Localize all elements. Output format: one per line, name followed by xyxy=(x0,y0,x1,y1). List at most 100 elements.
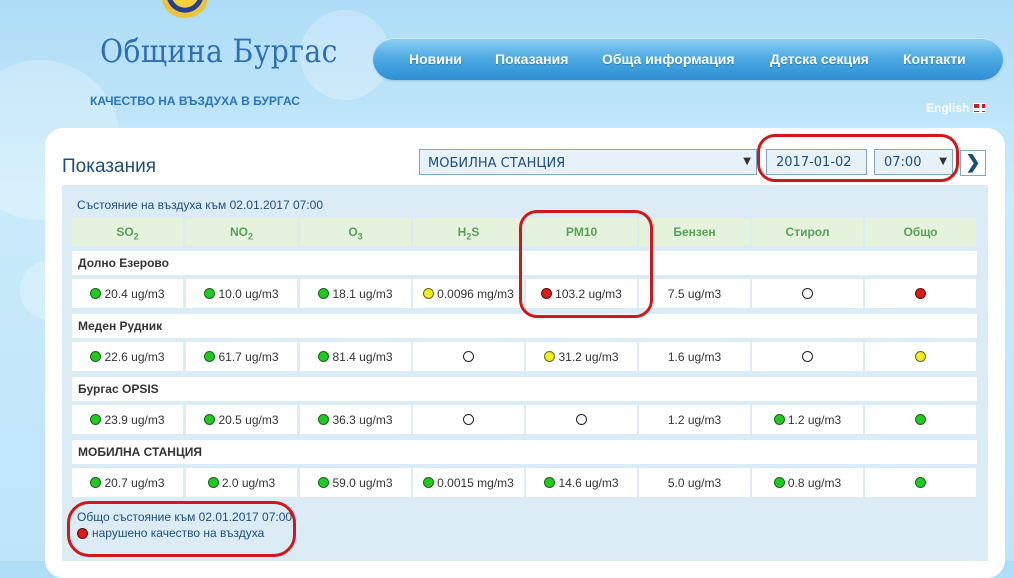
nav-general-info[interactable]: Обща информация xyxy=(602,51,735,67)
reading-cell: 0.0015 mg/m3 xyxy=(413,468,524,497)
column-header: NO2 xyxy=(186,218,297,246)
go-button[interactable]: ❯ xyxy=(960,150,986,176)
status-dot-icon xyxy=(773,414,785,425)
reading-cell xyxy=(413,405,524,434)
status-dot-icon xyxy=(576,414,587,425)
status-dot-icon xyxy=(204,414,216,425)
language-switch[interactable]: English xyxy=(926,101,987,115)
column-header: SO2 xyxy=(72,218,183,246)
reading-cell xyxy=(865,342,976,371)
status-dot-icon xyxy=(915,477,926,488)
reading-cell: 14.6 ug/m3 xyxy=(526,468,637,497)
page-title: Показания xyxy=(62,156,156,177)
status-dot-icon xyxy=(423,288,435,299)
reading-value: 18.1 ug/m3 xyxy=(332,286,393,301)
annotation-oval xyxy=(519,210,653,318)
reading-cell xyxy=(752,279,863,308)
status-dot-icon xyxy=(915,414,926,425)
reading-value: 31.2 ug/m3 xyxy=(558,349,619,364)
nav-readings[interactable]: Показания xyxy=(495,51,568,67)
reading-value: 61.7 ug/m3 xyxy=(218,349,279,364)
column-header-label: SO xyxy=(116,225,134,239)
reading-value: 22.6 ug/m3 xyxy=(104,349,165,364)
status-dot-icon xyxy=(773,477,785,488)
annotation-oval xyxy=(67,501,296,557)
column-header-subscript: 2 xyxy=(247,231,253,242)
nav-contacts[interactable]: Контакти xyxy=(903,51,966,67)
chevron-right-icon: ❯ xyxy=(965,152,981,172)
status-dot-icon xyxy=(318,288,330,299)
reading-cell: 5.0 ug/m3 xyxy=(639,468,750,497)
column-header-tail: S xyxy=(471,225,480,239)
reading-cell: 23.9 ug/m3 xyxy=(72,405,183,434)
column-header-label: NO xyxy=(229,225,248,239)
status-dot-icon xyxy=(90,351,102,362)
status-dot-icon xyxy=(90,288,102,299)
reading-value: 1.2 ug/m3 xyxy=(667,412,722,427)
reading-value: 81.4 ug/m3 xyxy=(332,349,393,364)
reading-value: 0.0015 mg/m3 xyxy=(437,475,514,490)
reading-cell: 2.0 ug/m3 xyxy=(186,468,297,497)
reading-value: 5.0 ug/m3 xyxy=(667,475,722,490)
column-header-label: Стирол xyxy=(785,225,830,239)
reading-cell xyxy=(865,279,976,308)
status-dot-icon xyxy=(207,477,219,488)
reading-cell: 10.0 ug/m3 xyxy=(186,279,297,308)
uk-flag-icon xyxy=(973,103,987,113)
reading-value: 1.2 ug/m3 xyxy=(787,412,842,427)
reading-cell: 1.2 ug/m3 xyxy=(752,405,863,434)
reading-value: 0.8 ug/m3 xyxy=(787,475,842,490)
column-header: O3 xyxy=(300,218,411,246)
reading-cell: 31.2 ug/m3 xyxy=(526,342,637,371)
column-header-label: Общо xyxy=(903,225,938,239)
brand-name[interactable]: Община Бургас xyxy=(100,32,338,70)
status-dot-icon xyxy=(544,477,556,488)
station-select-value: МОБИЛНА СТАНЦИЯ xyxy=(428,156,566,171)
column-header: H2S xyxy=(413,218,524,246)
reading-cell: 7.5 ug/m3 xyxy=(639,279,750,308)
language-label: English xyxy=(926,101,970,115)
reading-value: 7.5 ug/m3 xyxy=(667,286,722,301)
status-dot-icon xyxy=(423,477,435,488)
reading-cell xyxy=(526,405,637,434)
status-dot-icon xyxy=(204,351,216,362)
column-header-label: O xyxy=(348,225,358,239)
column-header: Бензен xyxy=(639,218,750,246)
column-header: Стирол xyxy=(752,218,863,246)
reading-value: 0.0096 mg/m3 xyxy=(437,286,514,301)
status-dot-icon xyxy=(318,477,330,488)
station-name: Меден Рудник xyxy=(78,319,163,333)
reading-cell: 0.8 ug/m3 xyxy=(752,468,863,497)
status-dot-icon xyxy=(318,414,330,425)
station-name: Бургас OPSIS xyxy=(78,382,159,396)
reading-cell: 1.6 ug/m3 xyxy=(639,342,750,371)
reading-value: 2.0 ug/m3 xyxy=(221,475,276,490)
status-dot-icon xyxy=(915,351,926,362)
reading-cell: 59.0 ug/m3 xyxy=(300,468,411,497)
station-name-row: Меден Рудник xyxy=(72,314,977,338)
reading-value: 23.9 ug/m3 xyxy=(104,412,165,427)
column-header: Общо xyxy=(865,218,976,246)
status-dot-icon xyxy=(463,414,474,425)
reading-cell xyxy=(752,342,863,371)
reading-cell: 20.7 ug/m3 xyxy=(72,468,183,497)
status-dot-icon xyxy=(802,351,813,362)
reading-cell: 36.3 ug/m3 xyxy=(300,405,411,434)
station-name: Долно Езерово xyxy=(78,256,169,270)
reading-cell: 81.4 ug/m3 xyxy=(300,342,411,371)
reading-cell: 61.7 ug/m3 xyxy=(186,342,297,371)
brand-tagline: КАЧЕСТВО НА ВЪЗДУХА В БУРГАС xyxy=(90,94,300,108)
status-dot-icon xyxy=(90,477,102,488)
status-title: Състояние на въздуха към 02.01.2017 07:0… xyxy=(77,198,324,212)
station-select[interactable]: МОБИЛНА СТАНЦИЯ ▼ xyxy=(419,149,757,175)
reading-cell: 20.4 ug/m3 xyxy=(72,279,183,308)
reading-cell: 22.6 ug/m3 xyxy=(72,342,183,371)
nav-kids-section[interactable]: Детска секция xyxy=(770,51,869,67)
reading-cell xyxy=(865,468,976,497)
status-dot-icon xyxy=(915,288,926,299)
nav-news[interactable]: Новини xyxy=(409,51,462,67)
status-dot-icon xyxy=(463,351,474,362)
status-dot-icon xyxy=(90,414,102,425)
reading-value: 59.0 ug/m3 xyxy=(332,475,393,490)
column-header-subscript: 2 xyxy=(133,231,139,242)
